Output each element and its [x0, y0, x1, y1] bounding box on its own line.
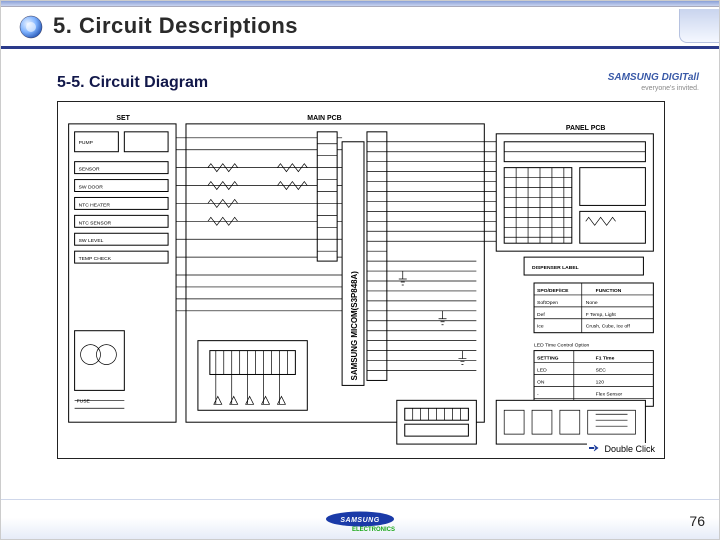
schematic-svg: .w{stroke:#000;stroke-width:0.7;fill:non… — [58, 102, 664, 458]
svg-text:F Temp, Light: F Temp, Light — [586, 312, 617, 318]
svg-text:NTC SENSOR: NTC SENSOR — [79, 220, 112, 226]
footer-logo-sub: ELECTRONICS — [325, 527, 395, 533]
footer-logo: SAMSUNG ELECTRONICS — [325, 511, 395, 533]
dispenser-label: DISPENSER LABEL — [532, 265, 579, 271]
svg-text:Ice: Ice — [537, 324, 544, 330]
header-gradient — [1, 1, 719, 7]
svg-text:SEC: SEC — [596, 367, 607, 373]
svg-text:None: None — [586, 300, 598, 306]
svg-text:SAMSUNG: SAMSUNG — [340, 517, 379, 524]
svg-text:SPO/DEF/ICE: SPO/DEF/ICE — [537, 288, 569, 294]
svg-text:SENSOR: SENSOR — [79, 167, 100, 173]
svg-text:LED Time Control Option: LED Time Control Option — [534, 343, 589, 349]
block-main-label: MAIN PCB — [307, 115, 341, 122]
double-click-text: Double Click — [604, 444, 655, 454]
block-set-label: SET — [116, 115, 130, 122]
footer: SAMSUNG ELECTRONICS 76 — [1, 499, 719, 539]
page-title: 5. Circuit Descriptions — [53, 13, 298, 39]
header-corner-deco — [679, 9, 719, 43]
micom-label: SAMSUNG MICOM(S3P848A) — [350, 271, 359, 381]
hand-pointer-icon — [589, 443, 601, 455]
double-click-hint: Double Click — [587, 443, 657, 455]
slide: 5. Circuit Descriptions 5-5. Circuit Dia… — [0, 0, 720, 540]
svg-text:Flex Sensor: Flex Sensor — [596, 391, 623, 397]
svg-text:Def: Def — [537, 312, 545, 318]
svg-text:Crush, Cube, Ice off: Crush, Cube, Ice off — [586, 324, 631, 330]
svg-text:TEMP CHECK: TEMP CHECK — [79, 256, 112, 262]
header: 5. Circuit Descriptions — [1, 1, 719, 49]
block-panel-label: PANEL PCB — [566, 125, 606, 132]
page-number: 76 — [689, 513, 705, 529]
svg-text:ON: ON — [537, 379, 545, 385]
svg-text:FUSE: FUSE — [77, 398, 91, 404]
conn-right — [367, 132, 387, 381]
brand-tagline: everyone's invited. — [641, 85, 699, 92]
function-table: SPO/DEF/ICE FUNCTION SoftOpen None Def F… — [534, 283, 653, 333]
brand-mark: SAMSUNG DIGITall everyone's invited. — [608, 73, 699, 93]
section-subtitle: 5-5. Circuit Diagram — [57, 74, 208, 92]
svg-text:PUMP: PUMP — [79, 140, 94, 146]
svg-text:F1 Time: F1 Time — [596, 356, 615, 362]
svg-text:LED: LED — [537, 367, 547, 373]
conn-left — [317, 132, 337, 261]
circuit-diagram[interactable]: .w{stroke:#000;stroke-width:0.7;fill:non… — [57, 101, 665, 459]
svg-text:NTC HEATER: NTC HEATER — [79, 202, 111, 208]
brand-name: SAMSUNG DIGITall — [608, 72, 699, 83]
svg-text:SoftOpen: SoftOpen — [537, 300, 558, 306]
svg-text:FUNCTION: FUNCTION — [596, 288, 622, 294]
svg-text:SW LEVEL: SW LEVEL — [79, 238, 104, 244]
svg-text:SETTING: SETTING — [537, 356, 559, 362]
svg-text:SW DOOR: SW DOOR — [79, 185, 104, 191]
bullet-icon — [19, 15, 43, 39]
subtitle-row: 5-5. Circuit Diagram SAMSUNG DIGITall ev… — [57, 73, 699, 93]
svg-text:120: 120 — [596, 379, 605, 385]
